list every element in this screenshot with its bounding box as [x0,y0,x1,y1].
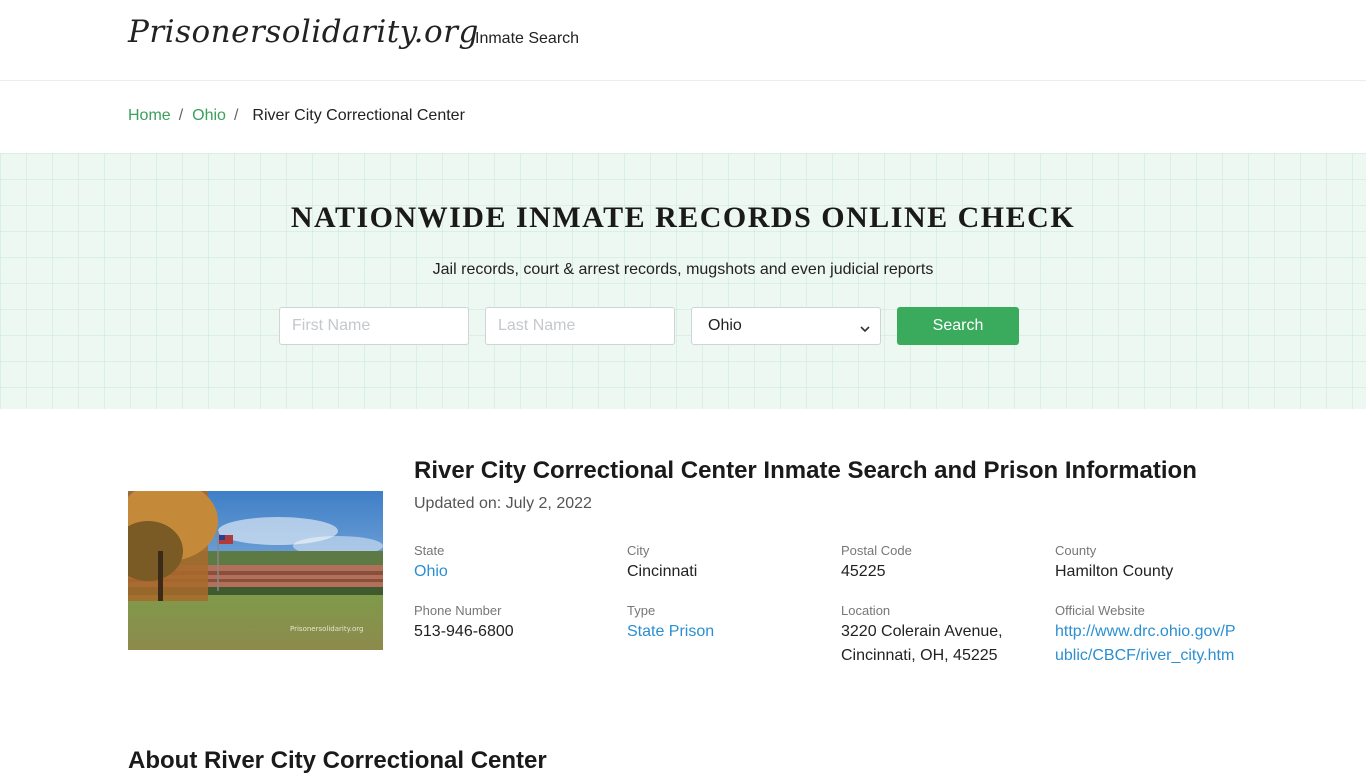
info-postal-code: Postal Code 45225 [841,543,1041,584]
search-hero: NATIONWIDE INMATE RECORDS ONLINE CHECK J… [0,153,1366,409]
breadcrumb: Home / Ohio / River City Correctional Ce… [128,107,465,125]
location-line-2: Cincinnati, OH, 45225 [841,647,998,664]
info-label: Location [841,603,891,618]
breadcrumb-separator: / [233,107,239,124]
nav-inmate-search[interactable]: Inmate Search [475,30,579,48]
info-label: State [414,543,445,558]
info-website: Official Website http://www.drc.ohio.gov… [1055,603,1240,668]
type-link[interactable]: State Prison [627,620,827,644]
official-website-link[interactable]: http://www.drc.ohio.gov/Public/CBCF/rive… [1055,620,1240,668]
state-select[interactable]: Ohio [691,307,881,345]
facility-title: River City Correctional Center Inmate Se… [414,457,1197,484]
photo-watermark: Prisonersolidarity.org [290,625,363,633]
hero-subtitle: Jail records, court & arrest records, mu… [432,261,934,278]
first-name-input[interactable] [279,307,469,345]
info-value: 513-946-6800 [414,623,514,640]
site-logo[interactable]: Prisonersolidarity.org [128,14,479,50]
state-link[interactable]: Ohio [414,560,614,584]
site-header: Prisonersolidarity.org Inmate Search [0,0,1366,81]
breadcrumb-current: River City Correctional Center [252,107,465,124]
info-county: County Hamilton County [1055,543,1240,584]
info-label: County [1055,543,1097,558]
facility-photo: Prisonersolidarity.org [128,491,383,650]
info-value: Cincinnati [627,563,698,580]
info-value: 45225 [841,563,886,580]
info-phone: Phone Number 513-946-6800 [414,603,614,644]
info-value: Hamilton County [1055,563,1174,580]
last-name-input[interactable] [485,307,675,345]
info-label: Phone Number [414,603,502,618]
info-state: State Ohio [414,543,614,584]
breadcrumb-state[interactable]: Ohio [192,107,226,125]
about-heading: About River City Correctional Center [128,747,547,774]
info-location: Location 3220 Colerain Avenue, Cincinnat… [841,603,1041,668]
info-type: Type State Prison [627,603,827,644]
info-label: Type [627,603,656,618]
updated-date: Updated on: July 2, 2022 [414,495,592,512]
location-line-1: 3220 Colerain Avenue, [841,623,1003,640]
breadcrumb-home[interactable]: Home [128,107,171,125]
info-city: City Cincinnati [627,543,827,584]
info-label: City [627,543,650,558]
chevron-down-icon [860,321,870,333]
breadcrumb-separator: / [178,107,184,124]
state-select-value: Ohio [708,317,742,334]
hero-title: NATIONWIDE INMATE RECORDS ONLINE CHECK [290,201,1076,234]
search-button[interactable]: Search [897,307,1019,345]
info-label: Postal Code [841,543,912,558]
info-label: Official Website [1055,603,1145,618]
